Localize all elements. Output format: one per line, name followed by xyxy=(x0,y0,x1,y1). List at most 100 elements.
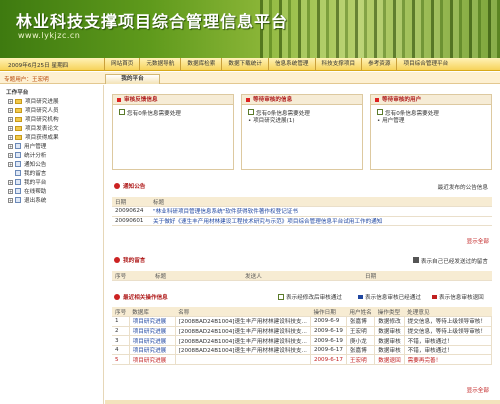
nav-item-db-search[interactable]: 数据库检索 xyxy=(180,58,221,71)
panel-feedback: 审核反馈信息 您有0条信息需要处理 xyxy=(112,94,234,170)
col-title: 标题 xyxy=(150,197,492,208)
approved-icon xyxy=(358,295,363,299)
record-link[interactable]: [2008BAD24B1004]速生丰产用材林建设科技支... xyxy=(175,316,311,327)
legend-modified: 表示经修改后审核通过 xyxy=(278,293,342,301)
chart-icon xyxy=(15,152,21,158)
sidebar-item-notices[interactable]: + 通知公告 xyxy=(8,160,46,168)
sidebar-item-messages[interactable]: 我的留言 xyxy=(8,169,46,177)
current-date: 2009年6月25日 星期四 xyxy=(8,63,69,69)
logout-icon xyxy=(15,197,21,203)
table-row[interactable]: 3 项目研究进展 [2008BAD24B1004]速生丰产用材林建设科技支... 20… xyxy=(112,335,493,346)
record-link[interactable]: [2008BAD24B1004]速生丰产用材林建设科技支... xyxy=(175,335,311,346)
top-nav: 2009年6月25日 星期四 网站首页 元数据导航 数据库检索 数据下载统计 信… xyxy=(0,58,500,71)
sidebar-item-papers[interactable]: + 项目发表论文 xyxy=(8,124,59,132)
message-icon xyxy=(114,257,120,263)
nav-item-metadata[interactable]: 元数据导航 xyxy=(139,58,180,71)
notice-link[interactable]: "林业科研项目管理信息系统"软件获得软件著作权登记证书 xyxy=(150,206,492,217)
notice-link[interactable]: 关于做好《速生丰产用材林建设工程技术研究与示范》项目综合管理信息平台试用工作的通… xyxy=(150,216,492,227)
record-link[interactable]: [2008BAD24B1004]速生丰产用材林建设科技支... xyxy=(175,326,311,337)
panel-link-progress[interactable]: • 项目研究进展(1) xyxy=(242,117,362,125)
message-icon xyxy=(15,170,21,176)
expand-icon[interactable]: + xyxy=(8,116,13,122)
messages-title: 我的留言 xyxy=(114,256,145,264)
expand-icon[interactable]: + xyxy=(8,161,13,167)
panel-link[interactable]: 您有0条信息需要处理 xyxy=(371,109,491,117)
panel-title: 等待审核的用户 xyxy=(382,97,422,103)
expand-icon[interactable]: + xyxy=(8,197,13,203)
notice-icon xyxy=(114,183,120,189)
expand-icon[interactable]: + xyxy=(8,179,13,185)
expand-icon[interactable]: + xyxy=(8,125,13,131)
folder-icon xyxy=(15,116,22,122)
edit-icon xyxy=(377,109,383,115)
sidebar-item-progress[interactable]: + 项目研究进展 xyxy=(8,97,59,105)
sidebar-item-stats[interactable]: + 统计分析 xyxy=(8,151,46,159)
audit-more-link[interactable]: 显示全部 xyxy=(467,386,489,394)
modified-icon xyxy=(278,294,284,300)
forest-image xyxy=(260,0,500,58)
panel-title: 审核反馈信息 xyxy=(124,97,158,103)
help-icon xyxy=(15,188,21,194)
notices-title: 通知公告 xyxy=(114,182,145,190)
table-row[interactable]: 1 项目研究进展 [2008BAD24B1004]速生丰产用材林建设科技支... 20… xyxy=(112,316,493,327)
nav-item-system-admin[interactable]: 信息系统管理 xyxy=(267,58,315,71)
table-row[interactable]: 4 项目研究进展 [2008BAD24B1004]速生丰产用材林建设科技支... 20… xyxy=(112,345,493,356)
expand-icon[interactable]: + xyxy=(8,134,13,140)
col-sender: 发送人 xyxy=(242,271,362,282)
expand-icon[interactable]: + xyxy=(8,152,13,158)
expand-icon[interactable]: + xyxy=(8,143,13,149)
table-row[interactable]: 20090601 关于做好《速生丰产用材林建设工程技术研究与示范》项目综合管理信息… xyxy=(112,216,492,227)
table-row[interactable]: 2 项目研究进展 [2008BAD24B1004]速生丰产用材林建设科技支... 20… xyxy=(112,326,493,337)
panel-pending-users: 等待审核的用户 您有0条信息需要处理 • 用户管理 xyxy=(370,94,492,170)
notices-more-link[interactable]: 显示全部 xyxy=(467,237,489,245)
platform-icon xyxy=(15,179,21,185)
messages-hint: 表示自己已经发送过的留言 xyxy=(412,257,488,265)
col-name: 名称 xyxy=(175,307,311,318)
nav-item-projects[interactable]: 科技支撑项目 xyxy=(314,58,362,71)
messages-table: 序号 标题 发送人 日期 xyxy=(112,271,492,282)
folder-icon xyxy=(15,98,22,104)
notice-icon xyxy=(15,161,21,167)
panel-link[interactable]: 您有0条信息需要处理 xyxy=(242,109,362,117)
sidebar-item-institutions[interactable]: + 项目研究机构 xyxy=(8,115,59,123)
record-link[interactable]: [2008BAD24B1004]速生丰产用材林建设科技支... xyxy=(175,345,311,356)
panel-pending-info: 等待审核的信息 您有0条信息需要处理 • 项目研究进展(1) xyxy=(241,94,363,170)
table-row-returned[interactable]: 5 项目研究进展 2009-6-17 王宏明 数据退回 需要再完善！ xyxy=(112,354,493,366)
operation-icon xyxy=(114,294,120,300)
col-user: 用户姓名 xyxy=(346,307,375,318)
notices-table: 日期 标题 20090624 "林业科研项目管理信息系统"软件获得软件著作权登记证… xyxy=(112,197,492,227)
sidebar-item-help[interactable]: + 在线帮助 xyxy=(8,187,46,195)
sidebar-item-my-platform[interactable]: + 我的平台 xyxy=(8,178,46,186)
table-row[interactable]: 20090624 "林业科研项目管理信息系统"软件获得软件著作权登记证书 xyxy=(112,206,492,217)
panel-link[interactable]: 您有0条信息需要处理 xyxy=(113,109,233,117)
col-date: 日期 xyxy=(112,197,150,208)
panel-link-users[interactable]: • 用户管理 xyxy=(371,117,491,125)
col-opinion: 处理意见 xyxy=(404,307,492,318)
folder-icon xyxy=(15,107,22,113)
nav-item-download-stats[interactable]: 数据下载统计 xyxy=(221,58,268,71)
expand-icon[interactable]: + xyxy=(8,107,13,113)
sidebar-item-results[interactable]: + 项目获得成果 xyxy=(8,133,59,141)
edit-icon xyxy=(248,109,254,115)
tab-my-platform[interactable]: 我的平台 xyxy=(105,74,160,84)
sidebar-item-users[interactable]: + 用户管理 xyxy=(8,142,46,150)
edit-icon xyxy=(119,109,125,115)
sent-icon xyxy=(412,257,419,263)
col-index: 序号 xyxy=(112,271,152,282)
user-icon xyxy=(15,143,21,149)
expand-icon[interactable]: + xyxy=(8,188,13,194)
notices-hint: 最近发布的公告信息 xyxy=(437,185,488,191)
nav-item-resources[interactable]: 参考资源 xyxy=(361,58,396,71)
bullet-icon xyxy=(246,97,250,102)
audit-table: 序号 数据库 名称 操作日期 用户姓名 操作类型 处理意见 1 项目研究进展 [20… xyxy=(112,307,493,366)
sidebar-item-staff[interactable]: + 项目研究人员 xyxy=(8,106,59,114)
col-date: 操作日期 xyxy=(310,307,347,318)
expand-icon[interactable]: + xyxy=(8,98,13,104)
col-type: 操作类型 xyxy=(374,307,405,318)
panel-title: 等待审核的信息 xyxy=(253,97,293,103)
sidebar-item-logout[interactable]: + 退出系统 xyxy=(8,196,46,204)
nav-item-home[interactable]: 网站首页 xyxy=(104,58,139,71)
col-title: 标题 xyxy=(152,271,242,282)
nav-item-platform[interactable]: 项目综合管理平台 xyxy=(396,58,454,71)
col-database: 数据库 xyxy=(129,307,176,318)
